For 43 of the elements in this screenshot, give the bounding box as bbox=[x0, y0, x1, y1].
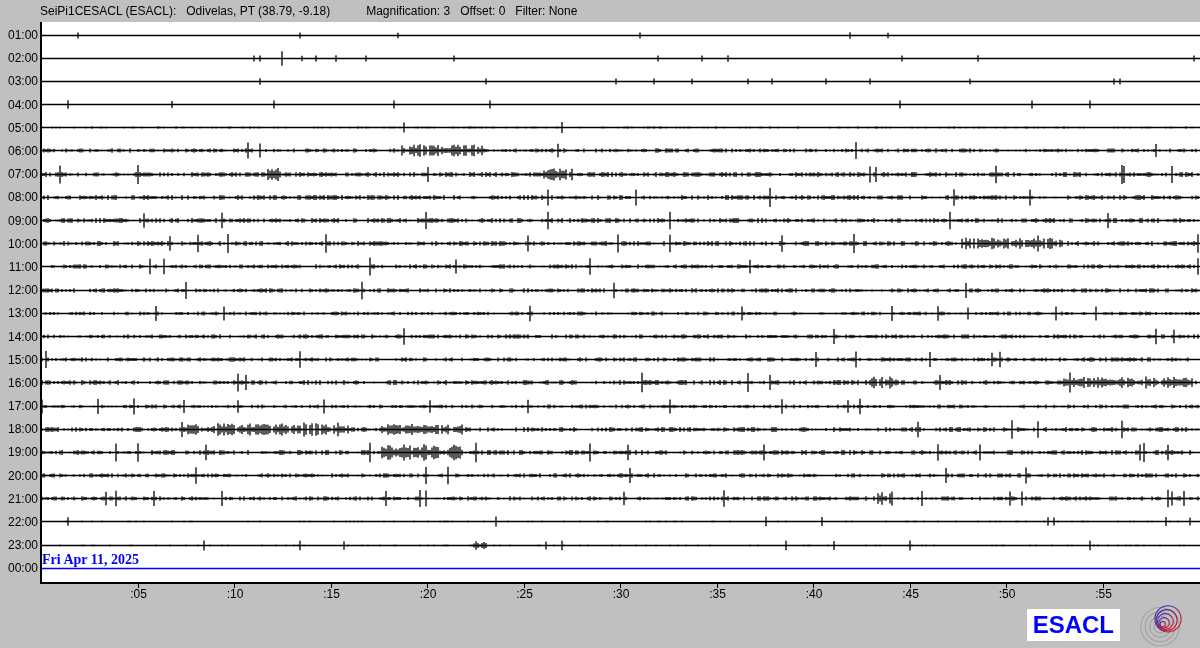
minute-tick-label: :30 bbox=[612, 587, 630, 601]
hour-label: 12:00 bbox=[6, 283, 39, 298]
minute-tick-label: :10 bbox=[226, 587, 244, 601]
minute-tick-label: :05 bbox=[130, 587, 147, 601]
logo-text: ESACL bbox=[1026, 609, 1120, 641]
station-label: SeiPi1CESACL (ESACL): bbox=[40, 4, 177, 18]
hour-label: 11:00 bbox=[7, 259, 39, 274]
magnification-label: Magnification: 3 bbox=[366, 4, 451, 18]
hour-label: 04:00 bbox=[6, 97, 39, 112]
hour-label: 21:00 bbox=[6, 491, 39, 506]
minute-tick-label: :40 bbox=[805, 587, 823, 601]
hour-label: 17:00 bbox=[6, 399, 39, 414]
hour-label: 07:00 bbox=[6, 167, 39, 182]
hour-label: 05:00 bbox=[6, 120, 39, 135]
hour-label: 00:00 bbox=[6, 561, 39, 576]
hour-label: 10:00 bbox=[6, 236, 39, 251]
concentric-rings-icon bbox=[1140, 604, 1182, 646]
hour-label: 09:00 bbox=[6, 213, 39, 228]
hour-label: 06:00 bbox=[6, 144, 39, 159]
hour-label: 22:00 bbox=[6, 515, 39, 530]
hour-label: 16:00 bbox=[6, 375, 39, 390]
hour-label: 18:00 bbox=[6, 422, 39, 437]
minute-tick-label: :45 bbox=[902, 587, 919, 601]
minute-tick-label: :25 bbox=[516, 587, 533, 601]
location-label: Odivelas, PT (38.79, -9.18) bbox=[186, 4, 331, 18]
hour-label: 19:00 bbox=[6, 445, 39, 460]
hour-label: 03:00 bbox=[6, 74, 39, 89]
hour-label: 15:00 bbox=[6, 352, 39, 367]
minute-tick-label: :55 bbox=[1095, 587, 1112, 601]
minute-tick-label: :15 bbox=[323, 587, 340, 601]
date-label: Fri Apr 11, 2025 bbox=[42, 553, 139, 567]
filter-label: Filter: None bbox=[515, 4, 578, 18]
hour-label: 14:00 bbox=[6, 329, 39, 344]
hour-label: 01:00 bbox=[6, 28, 39, 43]
hour-label: 23:00 bbox=[6, 538, 39, 553]
minute-tick-label: :35 bbox=[709, 587, 726, 601]
hour-label: 02:00 bbox=[6, 51, 39, 66]
minute-tick-label: :20 bbox=[419, 587, 437, 601]
offset-label: Offset: 0 bbox=[460, 4, 506, 18]
hour-label: 08:00 bbox=[6, 190, 39, 205]
minute-tick-label: :50 bbox=[998, 587, 1016, 601]
hour-label: 20:00 bbox=[6, 468, 39, 483]
hour-label: 13:00 bbox=[6, 306, 39, 321]
